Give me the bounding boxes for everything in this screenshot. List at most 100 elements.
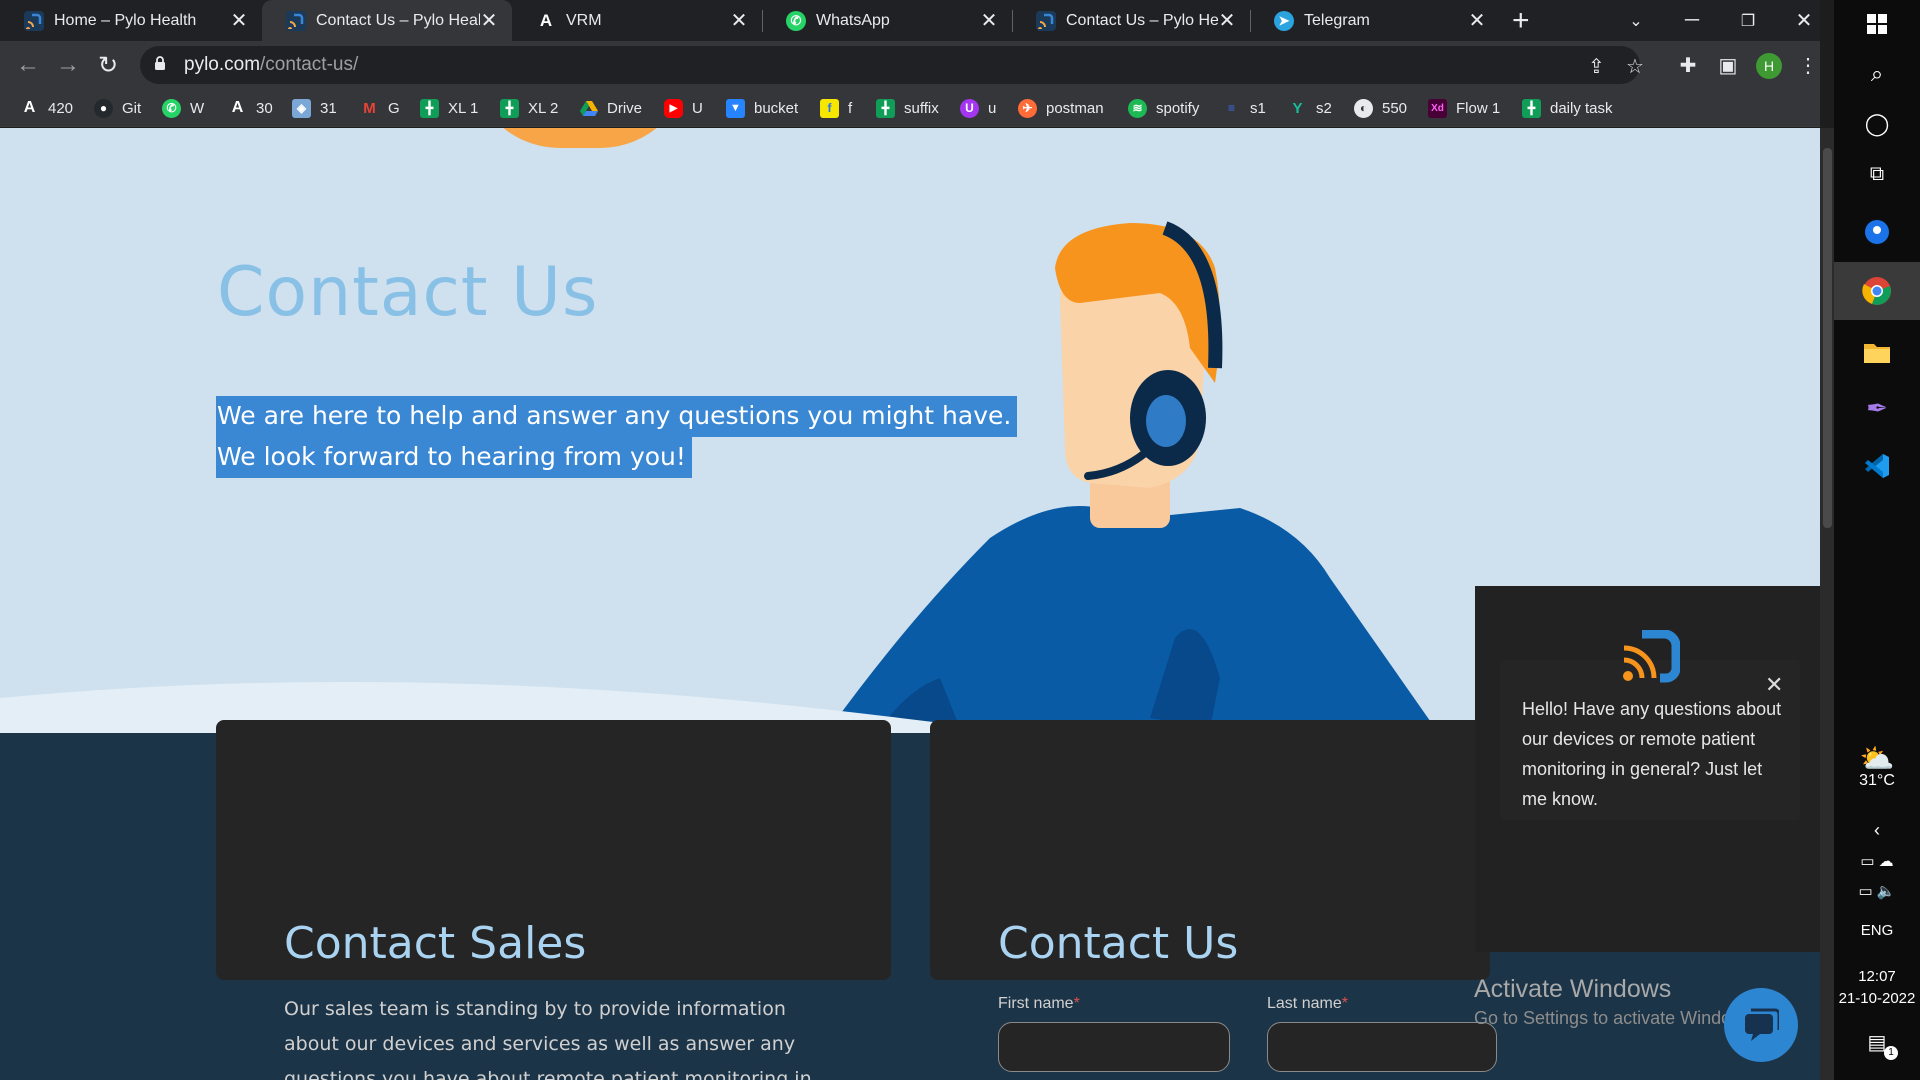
clock-date[interactable]: 21-10-2022 (1834, 990, 1920, 1007)
close-icon[interactable]: ✕ (1468, 8, 1486, 33)
scrollbar-thumb[interactable] (1823, 148, 1832, 528)
last-name-label: Last name* (1267, 995, 1348, 1013)
tab-label: Contact Us – Pylo Health (316, 11, 480, 29)
tab-label: Contact Us – Pylo Health (1066, 11, 1218, 29)
bookmark-f[interactable]: ff (820, 97, 852, 119)
chrome-icon[interactable] (1834, 262, 1920, 320)
contact-form-title: Contact Us (998, 918, 1239, 969)
bookmark-30[interactable]: A 30 (228, 97, 273, 119)
a-icon: A (231, 99, 244, 116)
bookmark-bucket[interactable]: ▼ bucket (726, 97, 798, 119)
bookmark-daily-task[interactable]: ╋ daily task (1522, 97, 1613, 119)
bookmark-spotify[interactable]: ≋ spotify (1128, 97, 1199, 119)
forward-arrow-icon[interactable]: → (52, 49, 84, 81)
vscode-icon[interactable] (1834, 444, 1920, 488)
bookmark-xl2[interactable]: ╋ XL 2 (500, 97, 558, 119)
search-icon[interactable]: ⌕ (1834, 54, 1920, 94)
extensions-puzzle-icon[interactable]: ✚ (1672, 49, 1704, 81)
bookmark-420[interactable]: A 420 (20, 97, 73, 119)
window-close-button[interactable]: ✕ (1776, 0, 1832, 41)
reload-icon[interactable]: ↻ (92, 49, 124, 81)
bookmark-git[interactable]: ● Git (94, 97, 141, 119)
bookmark-suffix[interactable]: ╋ suffix (876, 97, 939, 119)
sheets-icon: ╋ (1522, 98, 1541, 118)
sheets-icon: ╋ (500, 98, 519, 118)
chat-bubble-icon (1745, 1008, 1779, 1041)
bookmark-s2[interactable]: Ys2 (1288, 97, 1331, 119)
bookmark-g[interactable]: MG (360, 97, 399, 119)
tab-label: VRM (566, 11, 602, 29)
url-text: pylo.com/contact-us/ (184, 54, 358, 76)
weather-icon[interactable]: ⛅ (1834, 742, 1920, 775)
windows-start-icon[interactable] (1834, 4, 1920, 44)
tab-whatsapp[interactable]: ✆ WhatsApp ✕ (762, 0, 1012, 41)
a-icon: A (23, 99, 36, 116)
clock-time[interactable]: 12:07 (1834, 968, 1920, 985)
close-icon[interactable]: ✕ (480, 8, 498, 33)
bookmark-31[interactable]: ◈ 31 (292, 97, 337, 119)
tab-telegram[interactable]: ➤ Telegram ✕ (1250, 0, 1500, 41)
new-tab-button[interactable]: + (1512, 4, 1530, 38)
close-icon[interactable]: ✕ (230, 8, 248, 33)
chat-launcher-button[interactable] (1724, 988, 1798, 1062)
close-icon[interactable]: ✕ (730, 8, 748, 33)
tab-contact-pylo-2[interactable]: Contact Us – Pylo Health ✕ (1012, 0, 1250, 41)
address-bar[interactable]: pylo.com/contact-us/ ⇪ ☆ (140, 46, 1644, 84)
chevron-left-icon[interactable]: ‹ (1834, 820, 1920, 841)
drive-icon (579, 99, 598, 118)
feather-app-icon[interactable]: ✒ (1834, 386, 1920, 430)
bookmark-label: Drive (607, 99, 643, 117)
menu-kebab-icon[interactable]: ⋮ (1792, 49, 1824, 81)
bookmark-drive[interactable]: Drive (579, 97, 642, 119)
last-name-label-text: Last name (1267, 995, 1342, 1012)
bookmark-label: spotify (1156, 99, 1200, 117)
last-name-input[interactable] (1267, 1022, 1497, 1072)
bookmark-postman[interactable]: ✈ postman (1018, 97, 1104, 119)
spotify-icon: ≋ (1128, 98, 1147, 118)
file-explorer-icon[interactable] (1834, 330, 1920, 374)
tab-label: WhatsApp (816, 11, 890, 29)
bookmark-label: XL 2 (528, 99, 559, 117)
bookmark-w[interactable]: ✆ W (162, 97, 204, 119)
bookmark-label: 550 (1382, 99, 1408, 117)
browser-toolbar: ← → ↻ pylo.com/contact-us/ ⇪ ☆ ✚ ▣ H ⋮ (0, 41, 1820, 89)
side-panel-icon[interactable]: ▣ (1712, 49, 1744, 81)
bookmark-550[interactable]: ◐ 550 (1354, 97, 1407, 119)
tab-home-pylo[interactable]: Home – Pylo Health ✕ (0, 0, 262, 41)
restore-button[interactable]: ❐ (1720, 0, 1776, 41)
close-icon[interactable]: ✕ (1218, 8, 1236, 33)
url-domain: pylo.com (184, 54, 261, 75)
task-view-icon[interactable]: ⧉ (1834, 154, 1920, 194)
activate-windows-subtitle: Go to Settings to activate Windows. (1474, 1008, 1759, 1028)
bookmark-u-youtube[interactable]: ▶ U (664, 97, 703, 119)
bookmark-u-udemy[interactable]: Uu (960, 97, 996, 119)
bookmark-s1[interactable]: ≡ s1 (1222, 97, 1266, 119)
udemy-icon: U (960, 98, 979, 118)
profile-avatar[interactable]: H (1756, 53, 1782, 79)
tab-vrm[interactable]: A VRM ✕ (512, 0, 762, 41)
tray-icons[interactable]: ▭ ☁ (1834, 852, 1920, 870)
bookmark-xl1[interactable]: ╋ XL 1 (420, 97, 478, 119)
tab-contact-pylo-active[interactable]: Contact Us – Pylo Health ✕ (262, 0, 512, 41)
maps-pin-icon[interactable] (1834, 212, 1920, 252)
share-icon[interactable]: ⇪ (1588, 54, 1605, 79)
tab-search-chevron-icon[interactable]: ⌄ (1608, 0, 1664, 41)
network-volume-icons[interactable]: ▭ 🔈 (1834, 882, 1920, 900)
language-indicator[interactable]: ENG (1834, 922, 1920, 939)
bookmark-flow1[interactable]: Xd Flow 1 (1428, 97, 1500, 119)
close-icon[interactable]: ✕ (980, 8, 998, 33)
back-arrow-icon[interactable]: ← (12, 49, 44, 81)
minimize-button[interactable]: ─ (1664, 0, 1720, 41)
stack-icon: ≡ (1227, 101, 1235, 115)
required-asterisk: * (1341, 995, 1348, 1012)
first-name-input[interactable] (998, 1022, 1230, 1072)
bookmark-star-icon[interactable]: ☆ (1626, 54, 1644, 79)
bookmarks-bar: A 420 ● Git ✆ W A 30 ◈ 31 MG ╋ XL 1 ╋ XL 2 Driv… (0, 89, 1820, 127)
cortana-icon[interactable]: ◯ (1834, 104, 1920, 144)
notification-center-icon[interactable]: ▤ (1834, 1030, 1920, 1055)
s2-icon: Y (1292, 99, 1303, 117)
tab-label: Telegram (1304, 11, 1370, 29)
first-name-label: First name* (998, 995, 1080, 1013)
bookmark-label: s1 (1250, 99, 1266, 117)
flipkart-icon: f (820, 98, 839, 118)
